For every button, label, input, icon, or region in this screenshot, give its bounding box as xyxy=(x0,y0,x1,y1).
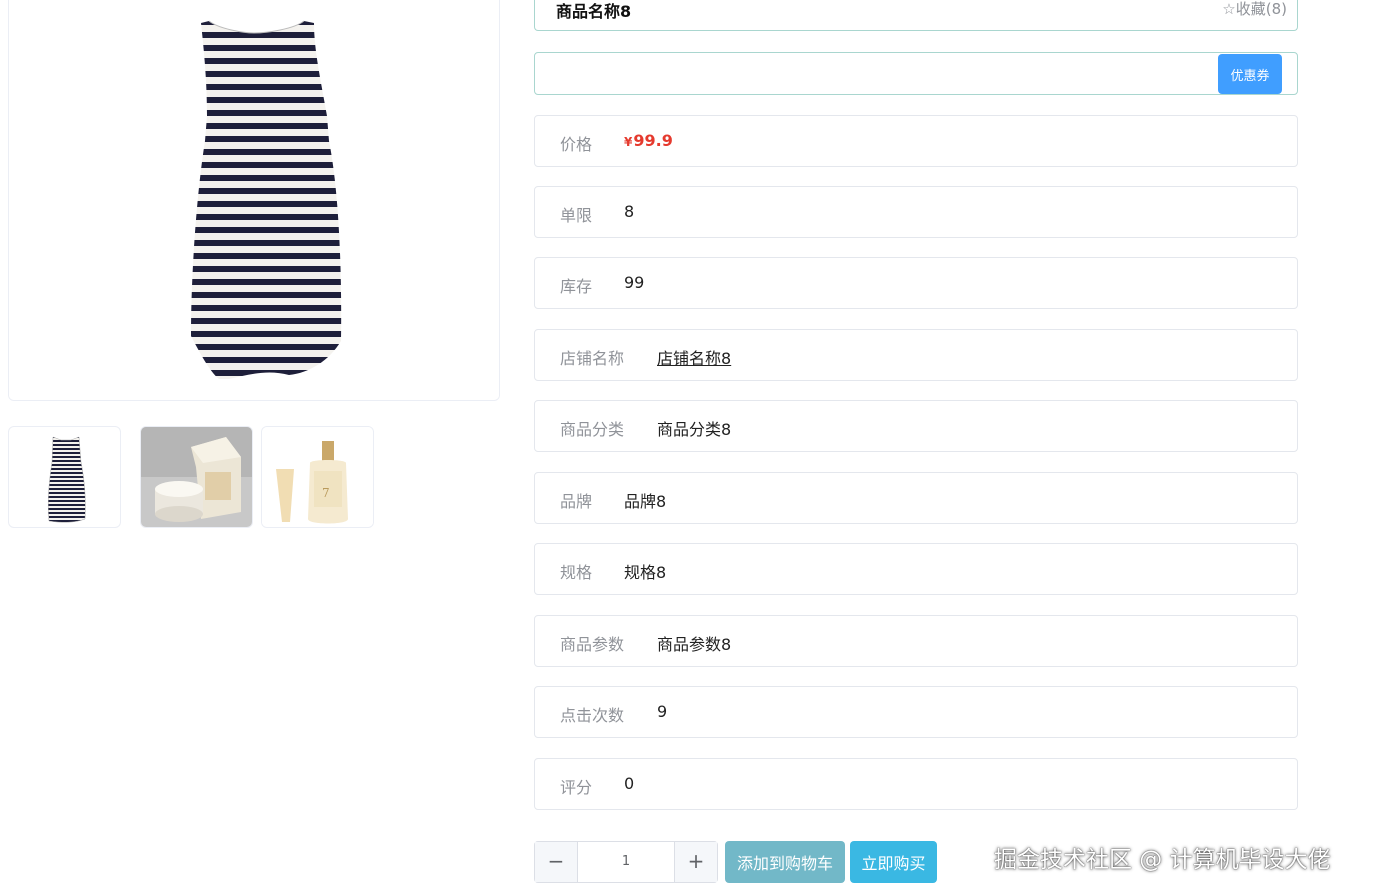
quantity-increase-button[interactable]: + xyxy=(674,842,717,882)
rating-value: 0 xyxy=(624,774,635,793)
brand-row: 品牌 品牌8 xyxy=(534,472,1298,524)
svg-text:7: 7 xyxy=(322,486,330,500)
add-to-cart-button[interactable]: 添加到购物车 xyxy=(725,841,845,883)
watermark-text: 掘金技术社区 @ 计算机毕设大佬 xyxy=(994,847,1331,873)
brand-label: 品牌 xyxy=(560,492,593,511)
category-label: 商品分类 xyxy=(560,420,625,439)
category-value: 商品分类8 xyxy=(657,420,732,439)
clicks-row: 点击次数 9 xyxy=(534,686,1298,738)
quantity-decrease-button[interactable]: − xyxy=(535,842,578,882)
currency-symbol: ¥ xyxy=(624,135,633,149)
limit-row: 单限 8 xyxy=(534,186,1298,238)
stock-row: 库存 99 xyxy=(534,257,1298,309)
spec-row: 规格 规格8 xyxy=(534,543,1298,595)
spec-value: 规格8 xyxy=(624,563,667,582)
quantity-input[interactable]: 1 xyxy=(578,842,674,882)
limit-value: 8 xyxy=(624,202,635,221)
favorite-button[interactable]: ☆收藏(8) xyxy=(1222,0,1287,19)
brand-value: 品牌8 xyxy=(624,492,667,511)
price-label: 价格 xyxy=(560,135,593,154)
params-row: 商品参数 商品参数8 xyxy=(534,615,1298,667)
thumbnail-dress[interactable] xyxy=(8,426,121,528)
shop-label: 店铺名称 xyxy=(560,349,625,368)
price-amount: 99.9 xyxy=(633,131,673,150)
main-product-image xyxy=(8,0,500,401)
coupon-button[interactable]: 优惠券 xyxy=(1218,54,1282,94)
thumbnail-cosmetic-box[interactable] xyxy=(140,426,253,528)
stock-label: 库存 xyxy=(560,277,593,296)
clicks-value: 9 xyxy=(657,702,668,721)
rating-label: 评分 xyxy=(560,778,593,797)
quantity-stepper: − 1 + xyxy=(534,841,718,883)
rating-row: 评分 0 xyxy=(534,758,1298,810)
coupon-row: 优惠券 xyxy=(534,52,1298,95)
price-row: 价格 ¥99.9 xyxy=(534,115,1298,167)
shop-link[interactable]: 店铺名称8 xyxy=(657,345,731,369)
params-value: 商品参数8 xyxy=(657,635,732,654)
stock-value: 99 xyxy=(624,273,645,292)
params-label: 商品参数 xyxy=(560,635,625,654)
product-title: 商品名称8 xyxy=(556,2,632,21)
thumbnail-cosmetic-bottle[interactable]: 7 xyxy=(261,426,374,528)
category-row: 商品分类 商品分类8 xyxy=(534,400,1298,452)
price-value: ¥99.9 xyxy=(624,131,673,150)
product-title-row: 商品名称8 ☆收藏(8) xyxy=(534,0,1298,31)
shop-row: 店铺名称 店铺名称8 xyxy=(534,329,1298,381)
buy-now-button[interactable]: 立即购买 xyxy=(850,841,937,883)
clicks-label: 点击次数 xyxy=(560,706,625,725)
spec-label: 规格 xyxy=(560,563,593,582)
limit-label: 单限 xyxy=(560,206,593,225)
